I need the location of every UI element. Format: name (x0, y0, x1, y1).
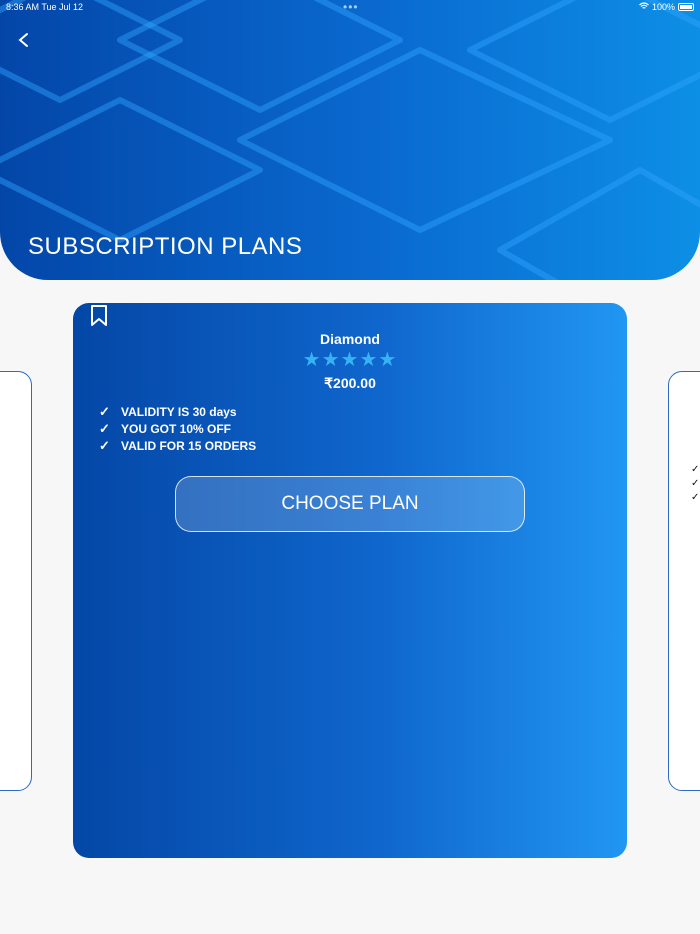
choose-plan-button[interactable]: CHOOSE PLAN (175, 476, 525, 532)
plan-price: ₹200.00 (324, 375, 376, 391)
plan-card-previous[interactable] (0, 371, 32, 791)
battery-percent: 100% (651, 2, 675, 12)
bookmark-icon[interactable] (90, 305, 108, 327)
feature-text: VALID FOR 15 ORDERS (121, 438, 257, 453)
header-banner: 8:36 AM Tue Jul 12 ••• 100% SUBSCRIPTION… (0, 0, 700, 280)
feature-item: ✓ VALIDITY IS 30 days (99, 403, 256, 420)
plan-card: Diamond ★★★★★ ₹200.00 ✓ VALIDITY IS 30 da… (73, 303, 627, 858)
plan-name: Diamond (320, 331, 380, 347)
check-icon: ✓ (691, 464, 700, 475)
star-rating: ★★★★★ (302, 349, 398, 371)
feature-list: ✓ VALIDITY IS 30 days ✓ YOU GOT 10% OFF ✓ V… (99, 403, 256, 454)
feature-text: VALIDITY IS 30 days (121, 404, 237, 419)
battery-icon (678, 3, 694, 11)
feature-item: ✓ VALID FOR 15 ORDERS (99, 437, 256, 454)
back-button[interactable] (14, 30, 34, 50)
check-icon: ✓ (691, 478, 700, 489)
status-bar: 8:36 AM Tue Jul 12 ••• 100% (0, 0, 700, 14)
check-icon: ✓ (99, 420, 110, 436)
check-icon: ✓ (99, 437, 110, 453)
feature-text: YOU GOT 10% OFF (121, 421, 232, 436)
feature-item: ✓ YOU GOT 10% OFF (99, 420, 256, 437)
check-icon: ✓ (99, 403, 110, 419)
status-right: 100% (639, 2, 694, 12)
status-time: 8:36 AM Tue Jul 12 (6, 2, 84, 12)
plan-card-next[interactable]: ✓ ✓ ✓ (668, 371, 700, 791)
page-title: SUBSCRIPTION PLANS (28, 233, 303, 260)
chevron-left-icon (18, 33, 28, 47)
check-icon: ✓ (691, 492, 700, 503)
multitask-dots[interactable]: ••• (343, 0, 359, 14)
wifi-icon (639, 2, 649, 12)
